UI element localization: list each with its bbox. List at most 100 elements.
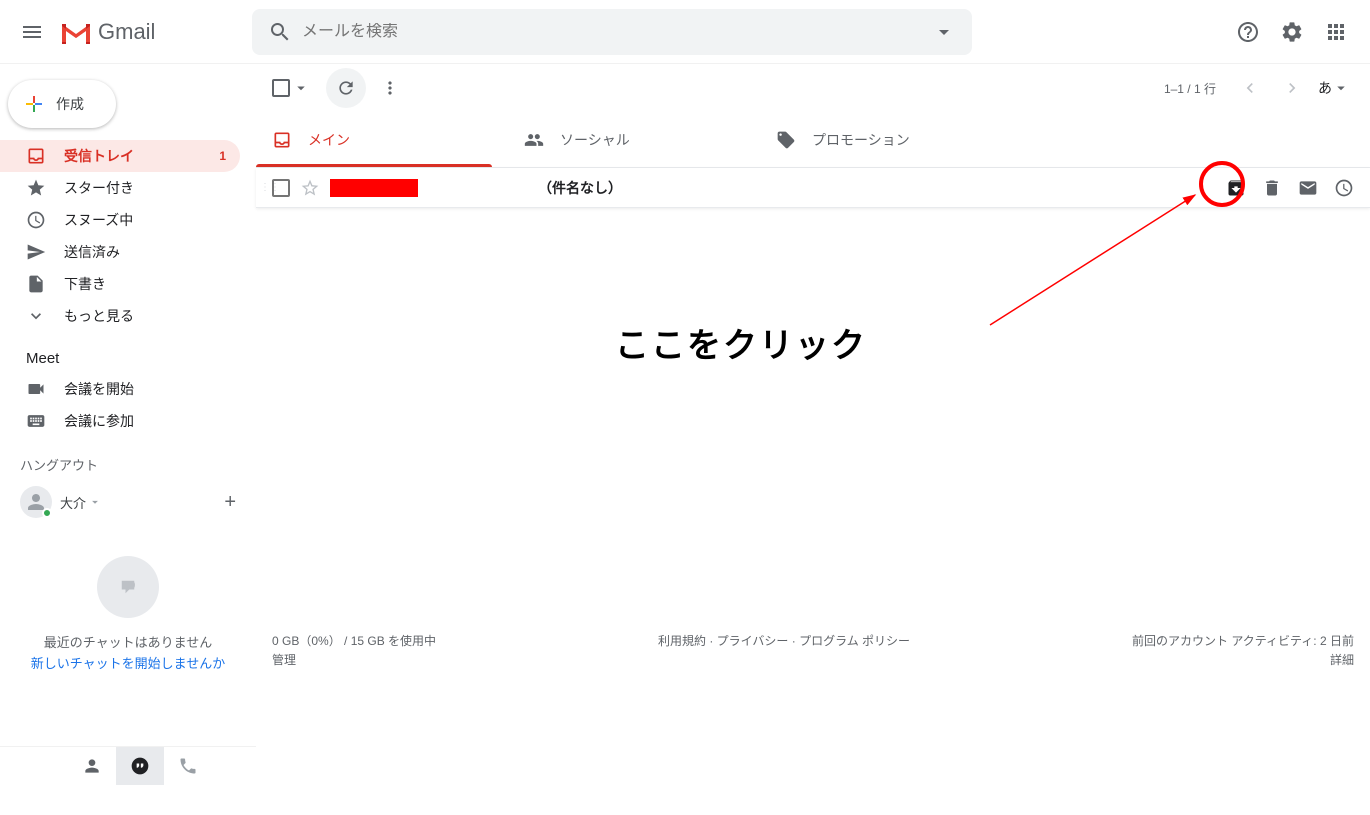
tab-social[interactable]: ソーシャル	[508, 112, 760, 167]
drag-handle-icon[interactable]: ⋮⋮	[260, 182, 268, 193]
sidebar-item-sent[interactable]: 送信済み	[0, 236, 240, 268]
search-options-dropdown[interactable]	[922, 10, 966, 54]
mark-read-button[interactable]	[1298, 178, 1318, 198]
gmail-text: Gmail	[98, 19, 155, 45]
chevron-down-icon	[26, 306, 46, 326]
star-icon	[26, 178, 46, 198]
person-icon	[82, 756, 102, 776]
archive-button[interactable]	[1226, 178, 1246, 198]
tab-promotions[interactable]: プロモーション	[760, 112, 1012, 167]
star-button[interactable]	[300, 178, 320, 198]
search-input[interactable]	[302, 23, 922, 41]
prev-page-button[interactable]	[1230, 68, 1270, 108]
phone-icon	[178, 756, 198, 776]
terms-links[interactable]: 利用規約 · プライバシー · プログラム ポリシー	[658, 632, 910, 651]
trash-icon	[1262, 178, 1282, 198]
chevron-left-icon	[1240, 78, 1260, 98]
search-bar[interactable]	[252, 9, 972, 55]
page-count: 1–1 / 1 行	[1164, 80, 1216, 97]
header: Gmail	[0, 0, 1370, 64]
tab-hangouts[interactable]	[116, 747, 164, 785]
hangout-user-row[interactable]: 大介 +	[0, 480, 256, 524]
next-page-button[interactable]	[1272, 68, 1312, 108]
more-vert-icon	[380, 78, 400, 98]
inbox-icon	[26, 146, 46, 166]
main-menu-button[interactable]	[8, 8, 56, 56]
hangout-username: 大介	[60, 493, 86, 512]
gmail-icon	[60, 20, 92, 44]
sidebar-item-start-meeting[interactable]: 会議を開始	[0, 373, 240, 405]
row-checkbox[interactable]	[272, 179, 290, 197]
star-outline-icon	[300, 178, 320, 198]
select-all-checkbox[interactable]	[272, 79, 310, 97]
tab-primary[interactable]: メイン	[256, 112, 508, 167]
no-recent-chats-text: 最近のチャットはありません	[0, 632, 256, 651]
people-icon	[524, 130, 544, 150]
draft-icon	[26, 274, 46, 294]
refresh-button[interactable]	[326, 68, 366, 108]
sidebar-item-snoozed[interactable]: スヌーズ中	[0, 204, 240, 236]
apps-grid-icon	[1324, 20, 1348, 44]
presence-indicator	[42, 508, 52, 518]
footer: 0 GB（0%） / 15 GB を使用中 管理 利用規約 · プライバシー ·…	[256, 632, 1370, 670]
hangouts-section-header: ハングアウト	[0, 437, 256, 480]
email-row[interactable]: ⋮⋮ （件名なし）	[256, 168, 1370, 208]
mail-open-icon	[1298, 178, 1318, 198]
gear-icon	[1280, 20, 1304, 44]
input-method-button[interactable]: あ	[1314, 78, 1354, 98]
compose-button[interactable]: 作成	[8, 80, 116, 128]
tab-contacts[interactable]	[68, 747, 116, 785]
tab-label: メイン	[308, 130, 350, 150]
snooze-button[interactable]	[1334, 178, 1354, 198]
manage-link[interactable]: 管理	[272, 651, 436, 670]
sidebar-item-label: 会議を開始	[64, 379, 134, 399]
sidebar-item-inbox[interactable]: 受信トレイ 1	[0, 140, 240, 172]
tab-label: ソーシャル	[560, 130, 630, 150]
toolbar: 1–1 / 1 行 あ	[256, 64, 1370, 112]
caret-down-icon	[88, 495, 102, 509]
sidebar-item-label: スター付き	[64, 178, 134, 198]
tab-label: プロモーション	[812, 130, 910, 150]
search-icon[interactable]	[258, 10, 302, 54]
tab-phone[interactable]	[164, 747, 212, 785]
sidebar-item-label: 受信トレイ	[64, 146, 134, 166]
video-icon	[26, 379, 46, 399]
hangouts-icon	[130, 756, 150, 776]
gmail-logo[interactable]: Gmail	[60, 19, 248, 45]
main-content: 1–1 / 1 行 あ メイン ソーシャル プロモーション ⋮⋮ （件名なし）	[256, 64, 1370, 815]
caret-down-icon	[292, 79, 310, 97]
sidebar-hangout-footer: 99 最近のチャットはありません 新しいチャットを開始しませんか	[0, 556, 256, 672]
delete-button[interactable]	[1262, 178, 1282, 198]
details-link[interactable]: 詳細	[1132, 651, 1354, 670]
plus-icon	[22, 92, 46, 116]
sidebar-item-join-meeting[interactable]: 会議に参加	[0, 405, 240, 437]
svg-text:99: 99	[124, 580, 136, 591]
inbox-count: 1	[219, 149, 226, 163]
start-new-chat-link[interactable]: 新しいチャットを開始しませんか	[0, 653, 256, 672]
help-icon	[1236, 20, 1260, 44]
chevron-right-icon	[1282, 78, 1302, 98]
apps-button[interactable]	[1316, 12, 1356, 52]
clock-icon	[1334, 178, 1354, 198]
send-icon	[26, 242, 46, 262]
sidebar-item-more[interactable]: もっと見る	[0, 300, 240, 332]
inbox-icon	[272, 130, 292, 150]
category-tabs: メイン ソーシャル プロモーション	[256, 112, 1370, 168]
more-menu-button[interactable]	[370, 68, 410, 108]
refresh-icon	[336, 78, 356, 98]
hamburger-icon	[20, 20, 44, 44]
caret-down-icon	[932, 20, 956, 44]
sidebar-item-label: 会議に参加	[64, 411, 134, 431]
sidebar-item-drafts[interactable]: 下書き	[0, 268, 240, 300]
settings-button[interactable]	[1272, 12, 1312, 52]
sidebar: 作成 受信トレイ 1 スター付き スヌーズ中 送信済み 下書き もっと見る Me…	[0, 64, 256, 784]
keyboard-icon	[26, 411, 46, 431]
chat-placeholder-icon: 99	[97, 556, 159, 618]
sidebar-item-starred[interactable]: スター付き	[0, 172, 240, 204]
clock-icon	[26, 210, 46, 230]
tag-icon	[776, 130, 796, 150]
avatar	[20, 486, 52, 518]
compose-label: 作成	[56, 94, 84, 114]
new-chat-button[interactable]: +	[224, 491, 236, 514]
help-button[interactable]	[1228, 12, 1268, 52]
